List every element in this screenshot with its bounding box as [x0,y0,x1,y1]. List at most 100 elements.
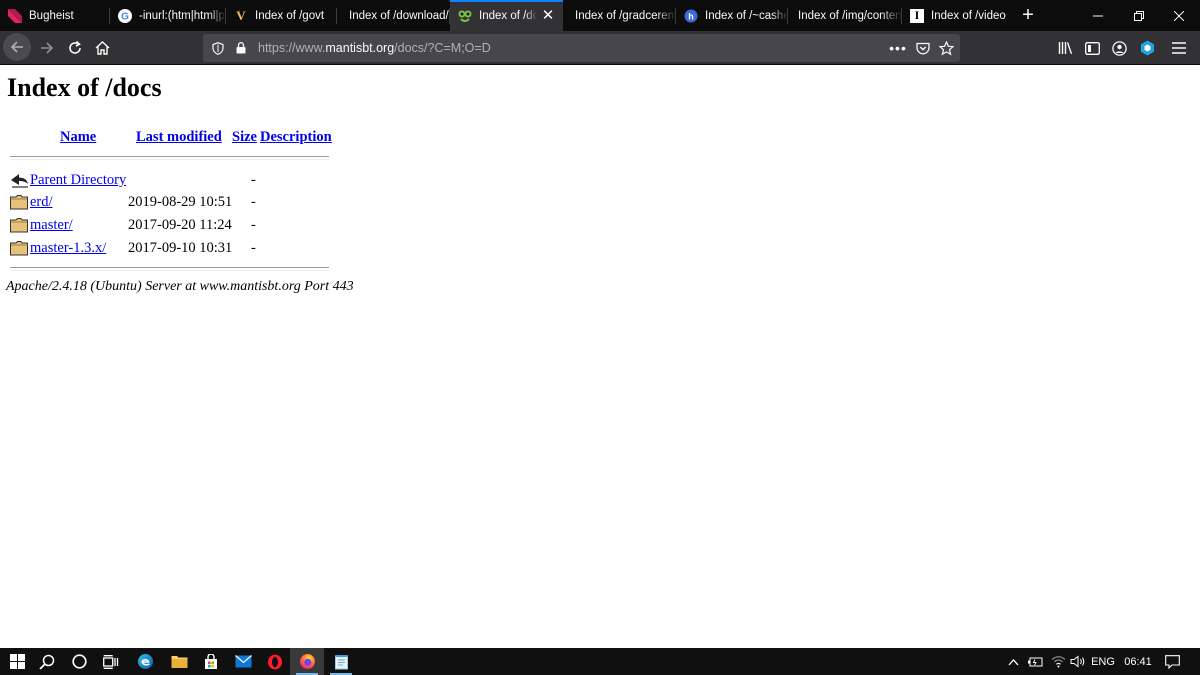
minimize-button[interactable] [1075,0,1121,31]
mail-icon [234,655,252,668]
file-explorer-button[interactable] [162,648,196,675]
tab-index-cashe[interactable]: h Index of /~cashe [676,0,788,31]
tab-title: Index of /~cashe [705,9,788,22]
input-language-indicator[interactable]: ENG [1089,648,1117,675]
extension-button[interactable] [1134,35,1160,61]
bookmark-star-icon[interactable] [937,39,955,57]
start-button[interactable] [0,648,34,675]
row-size: - [251,240,256,256]
store-button[interactable] [194,648,228,675]
battery-button[interactable] [1025,648,1045,675]
minimize-icon [1093,15,1103,16]
tab-index-video[interactable]: I Index of /video [902,0,1013,31]
server-signature: Apache/2.4.18 (Ubuntu) Server at www.man… [6,279,354,294]
network-button[interactable] [1048,648,1068,675]
hamburger-menu-icon [1172,42,1186,54]
clock[interactable]: 06:41 [1121,648,1155,675]
tab-title: Index of /gradceremony [575,9,676,22]
reload-icon [69,41,81,54]
home-button[interactable] [89,35,115,61]
close-tab-icon[interactable]: ✕ [541,8,555,23]
tab-title: Bugheist [29,9,74,22]
erd-folder-link[interactable]: erd/ [30,194,53,211]
edge-taskbar-button[interactable] [128,648,162,675]
tab-title: Index of /govt [255,9,325,22]
forward-button[interactable] [34,35,60,61]
page-title: Index of /docs [7,73,162,102]
show-hidden-icons-button[interactable] [1003,648,1023,675]
plus-icon: + [1022,4,1034,26]
url-text[interactable]: https://www.mantisbt.org/docs/?C=M;O=D [258,41,491,55]
library-button[interactable] [1053,35,1079,61]
i-icon: I [910,8,924,23]
tab-index-docs[interactable]: Index of /docs ✕ [450,0,563,31]
extension-hexagon-icon [1140,40,1154,56]
v-icon: V [236,7,246,23]
notepad-taskbar-button[interactable] [324,648,358,675]
page-actions-icon[interactable]: ••• [889,39,907,57]
svg-text:G: G [121,11,129,22]
tab-title: Index of /download/ [349,9,449,22]
shield-icon[interactable] [209,39,227,57]
menu-button[interactable] [1166,35,1192,61]
page-content: Index of /docs Name Last modified Size D… [0,65,1200,648]
arrow-left-icon [10,41,23,53]
mantis-icon [458,9,472,23]
sidebar-button[interactable] [1079,35,1105,61]
url-bar[interactable]: https://www.mantisbt.org/docs/?C=M;O=D •… [203,34,960,62]
account-button[interactable] [1106,35,1132,61]
tab-bugheist[interactable]: Bugheist [0,0,110,31]
cortana-button[interactable] [62,648,96,675]
action-center-button[interactable] [1158,648,1186,675]
opera-button[interactable] [258,648,292,675]
notepad-icon [334,654,348,669]
name-column-header[interactable]: Name [60,129,96,146]
mail-button[interactable] [226,648,260,675]
back-button[interactable] [3,33,31,61]
reload-button[interactable] [62,35,88,61]
description-column-header[interactable]: Description [260,129,332,146]
search-button[interactable] [30,648,64,675]
close-window-button[interactable] [1156,0,1200,31]
tab-title: Index of /docs [479,9,537,22]
task-view-button[interactable] [94,648,128,675]
master-folder-link[interactable]: master/ [30,217,73,234]
tab-title: -inurl:(htm|html|php [139,9,226,22]
url-host: mantisbt.org [325,41,395,55]
folder-icon [171,656,187,668]
pocket-icon[interactable] [914,39,932,57]
task-view-icon [103,654,119,669]
last-modified-column-header[interactable]: Last modified [136,129,222,146]
sidebar-icon [1084,41,1100,55]
parent-directory-link[interactable]: Parent Directory [30,172,126,189]
arrow-right-icon [41,42,54,54]
volume-button[interactable] [1068,648,1088,675]
chevron-up-icon [1008,658,1018,665]
new-tab-button[interactable]: + [1013,0,1043,31]
svg-text:h: h [688,11,694,21]
opera-icon [268,654,282,669]
notification-icon [1164,654,1180,669]
tab-google-search[interactable]: G -inurl:(htm|html|php [110,0,226,31]
row-size: - [251,217,256,233]
tab-index-gradceremony[interactable]: Index of /gradceremony [563,0,676,31]
tab-index-govt[interactable]: V Index of /govt [226,0,337,31]
tab-index-download[interactable]: Index of /download/ [337,0,450,31]
lock-icon[interactable] [232,39,250,57]
firefox-taskbar-button[interactable] [290,648,324,675]
folder-icon [9,238,29,258]
library-icon [1058,42,1073,55]
h-circle-icon: h [684,9,698,23]
account-icon [1111,40,1127,56]
edge-icon [137,654,153,669]
search-icon [39,654,55,670]
back-icon [9,170,29,190]
navigation-toolbar: https://www.mantisbt.org/docs/?C=M;O=D •… [0,31,1200,65]
size-column-header[interactable]: Size [232,129,257,146]
google-icon: G [118,8,132,23]
bugheist-icon [8,8,22,23]
firefox-icon [299,654,315,669]
master-1-3-x-folder-link[interactable]: master-1.3.x/ [30,240,106,257]
cortana-circle-icon [71,654,87,669]
tab-index-img-content[interactable]: Index of /img/content [788,0,902,31]
